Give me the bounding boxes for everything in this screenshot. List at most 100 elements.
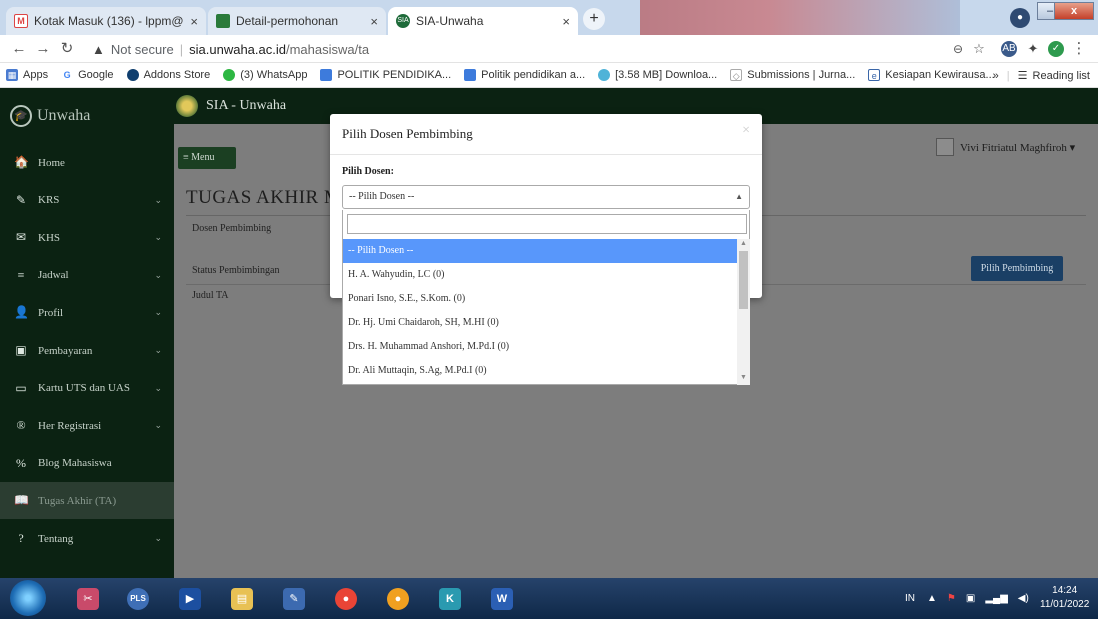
pilih-dosen-label: Pilih Dosen: — [342, 166, 394, 177]
addons-icon — [126, 69, 139, 81]
tab-detail-permohonan[interactable]: Detail-permohonan × — [208, 7, 386, 35]
window-close-icon[interactable]: x — [1054, 2, 1094, 20]
close-icon[interactable]: × — [562, 14, 570, 29]
chevron-down-icon: ⌄ — [154, 345, 162, 355]
bookmark-kesiapan[interactable]: e Kesiapan Kewirausa... — [868, 69, 995, 81]
chevron-down-icon: ⌄ — [154, 382, 162, 393]
taskbar-app-pls[interactable]: PLS — [118, 583, 158, 615]
bookmark-whatsapp[interactable]: (3) WhatsApp — [223, 69, 307, 81]
scroll-down-icon[interactable]: ▼ — [737, 373, 750, 381]
dosen-search-input[interactable] — [347, 214, 747, 234]
language-indicator[interactable]: IN — [905, 593, 915, 604]
dosen-options-list: -- Pilih Dosen -- H. A. Wahyudin, LC (0) P… — [343, 239, 737, 385]
sidebar-item-tugas-akhir-ta[interactable]: 📖 Tugas Akhir (TA) — [0, 482, 174, 520]
brand[interactable]: 🎓 Unwaha — [10, 105, 90, 127]
sidebar-item-tentang[interactable]: ? Tentang ⌄ — [0, 520, 174, 557]
flag-icon[interactable]: ⚑ — [947, 593, 956, 604]
bookmarks-bar: ▦ Apps G Google Addons Store (3) WhatsApp … — [0, 63, 1098, 88]
forward-icon[interactable]: → — [34, 40, 52, 58]
url-path[interactable]: /mahasiswa/ta — [286, 42, 369, 57]
window-close-wrap: x — [1054, 2, 1094, 22]
clock-date: 11/01/2022 — [1040, 599, 1090, 610]
close-icon[interactable]: × — [370, 14, 378, 29]
close-icon[interactable]: × — [190, 14, 198, 29]
dosen-option[interactable]: Dr. Ali Muttaqin, S.Ag, M.Pd.I (0) — [343, 359, 737, 383]
sidebar-item-home[interactable]: 🏠 Home — [0, 144, 174, 181]
bookmark-politik-1[interactable]: POLITIK PENDIDIKA... — [320, 69, 451, 81]
windows-taskbar: ✂ PLS ▶ ▤ ✎ ● ● K W IN ▲ ⚑ ▣ ▂▄▆ ◀) 14:2… — [0, 578, 1098, 619]
taskbar-app-paint[interactable]: ✂ — [68, 583, 108, 615]
reading-list-icon[interactable]: ☰ — [1018, 69, 1028, 82]
taskbar-app-word[interactable]: W — [482, 583, 522, 615]
taskbar-app-media[interactable]: ▶ — [170, 583, 210, 615]
menu-toggle-button[interactable]: ≡ Menu — [178, 147, 236, 169]
sidebar-item-pembayaran[interactable]: ▣ Pembayaran ⌄ — [0, 332, 174, 369]
sidebar-item-profil[interactable]: 👤 Profil ⌄ — [0, 294, 174, 331]
scroll-up-icon[interactable]: ▲ — [737, 239, 750, 247]
sidebar-item-her-registrasi[interactable]: ® Her Registrasi ⌄ — [0, 407, 174, 444]
word-icon: W — [491, 588, 513, 610]
bookmark-politik-2[interactable]: Politik pendidikan a... — [464, 69, 585, 81]
bookmark-addons-store[interactable]: Addons Store — [126, 69, 210, 81]
sidebar-item-khs[interactable]: ✉ KHS ⌄ — [0, 219, 174, 256]
signal-icon[interactable]: ▂▄▆ — [985, 593, 1007, 604]
start-button[interactable] — [10, 580, 46, 616]
network-icon[interactable]: ▣ — [966, 593, 975, 604]
not-secure-label[interactable]: Not secure — [111, 42, 174, 57]
dosen-option[interactable]: H. A. Wahyudin, LC (0) — [343, 263, 737, 287]
graduation-cap-icon: 🎓 — [10, 105, 32, 127]
sidebar-item-blog-mahasiswa[interactable]: % Blog Mahasiswa — [0, 445, 174, 482]
reading-list-button[interactable]: Reading list — [1033, 70, 1090, 82]
new-tab-button[interactable]: + — [583, 8, 605, 30]
tray-up-icon[interactable]: ▲ — [927, 593, 937, 604]
user-menu[interactable]: Vivi Fitriatul Maghfiroh ▾ — [936, 138, 1075, 156]
tab-sia-unwaha[interactable]: SIA SIA-Unwaha × — [388, 7, 578, 35]
browser-tab-strip: M Kotak Masuk (136) - lppm@unwa × Detail… — [0, 0, 1098, 35]
warning-icon[interactable]: ▲ — [92, 42, 105, 57]
zoom-icon[interactable]: ⊖ — [949, 40, 967, 58]
scrollbar-thumb[interactable] — [739, 251, 748, 309]
sia-favicon-icon: SIA — [396, 14, 410, 28]
sidebar-item-label: Her Registrasi — [38, 419, 102, 432]
reload-icon[interactable]: ↻ — [58, 40, 76, 58]
whatsapp-icon — [223, 69, 236, 81]
more-menu-icon[interactable]: ⋮ — [1070, 40, 1088, 58]
shield-icon[interactable]: ✓ — [1048, 41, 1064, 57]
dosen-select[interactable]: -- Pilih Dosen -- ▲ — [342, 185, 750, 209]
star-icon[interactable]: ☆ — [970, 40, 988, 58]
dosen-option[interactable]: Drs. H. Muhammad Anshori, M.Pd.I (0) — [343, 335, 737, 359]
adblock-icon[interactable]: AB — [1001, 41, 1017, 57]
modal-close-icon[interactable]: × — [742, 123, 750, 139]
volume-icon[interactable]: ◀) — [1018, 593, 1029, 604]
extensions-icon[interactable]: ✦ — [1025, 41, 1041, 57]
omnibox[interactable]: ▲ Not secure | sia.unwaha.ac.id /mahasis… — [92, 38, 972, 60]
bookmarks-more-button[interactable]: » — [993, 70, 999, 82]
dosen-option[interactable]: Dr. Hj. Umi Chaidaroh, SH, M.HI (0) — [343, 311, 737, 335]
taskbar-app-kiosk[interactable]: K — [430, 583, 470, 615]
bookmark-label: Politik pendidikan a... — [481, 69, 586, 81]
tab-label: Detail-permohonan — [236, 14, 339, 28]
profile-icon[interactable]: ● — [1010, 8, 1030, 28]
url-host[interactable]: sia.unwaha.ac.id — [189, 42, 286, 57]
clock[interactable]: 14:24 11/01/2022 — [1040, 584, 1089, 612]
pilih-pembimbing-button[interactable]: Pilih Pembimbing — [971, 256, 1063, 281]
sidebar-item-kartu-uts-dan-uas[interactable]: ▭ Kartu UTS dan UAS ⌄ — [0, 370, 174, 407]
dosen-option[interactable]: -- Pilih Dosen -- — [343, 239, 737, 263]
taskbar-app-snip[interactable]: ✎ — [274, 583, 314, 615]
sidebar-item-krs[interactable]: ✎ KRS ⌄ — [0, 182, 174, 219]
folder-icon: ▤ — [231, 588, 253, 610]
bookmark-submissions[interactable]: ◇ Submissions | Jurna... — [730, 69, 855, 81]
bookmark-download[interactable]: [3.58 MB] Downloa... — [598, 69, 717, 81]
taskbar-app-chrome[interactable]: ● — [326, 583, 366, 615]
taskbar-app-explorer[interactable]: ▤ — [222, 583, 262, 615]
dosen-option[interactable]: Ponari Isno, S.E., S.Kom. (0) — [343, 287, 737, 311]
back-icon[interactable]: ← — [10, 40, 28, 58]
sidebar-item-label: Tentang — [38, 532, 74, 545]
taskbar-app-chrome-2[interactable]: ● — [378, 583, 418, 615]
sidebar-item-jadwal[interactable]: ≡ Jadwal ⌄ — [0, 257, 174, 294]
bookmark-google[interactable]: G Google — [61, 69, 114, 81]
dropdown-scrollbar[interactable]: ▲ ▼ — [737, 239, 750, 385]
sidebar: 🎓 Unwaha 🏠 Home ✎ KRS ⌄ ✉ KHS ⌄ ≡ Jadwal ⌄ 👤 Profil ⌄… — [0, 88, 174, 578]
bookmark-apps[interactable]: ▦ Apps — [6, 69, 48, 81]
tab-gmail[interactable]: M Kotak Masuk (136) - lppm@unwa × — [6, 7, 206, 35]
